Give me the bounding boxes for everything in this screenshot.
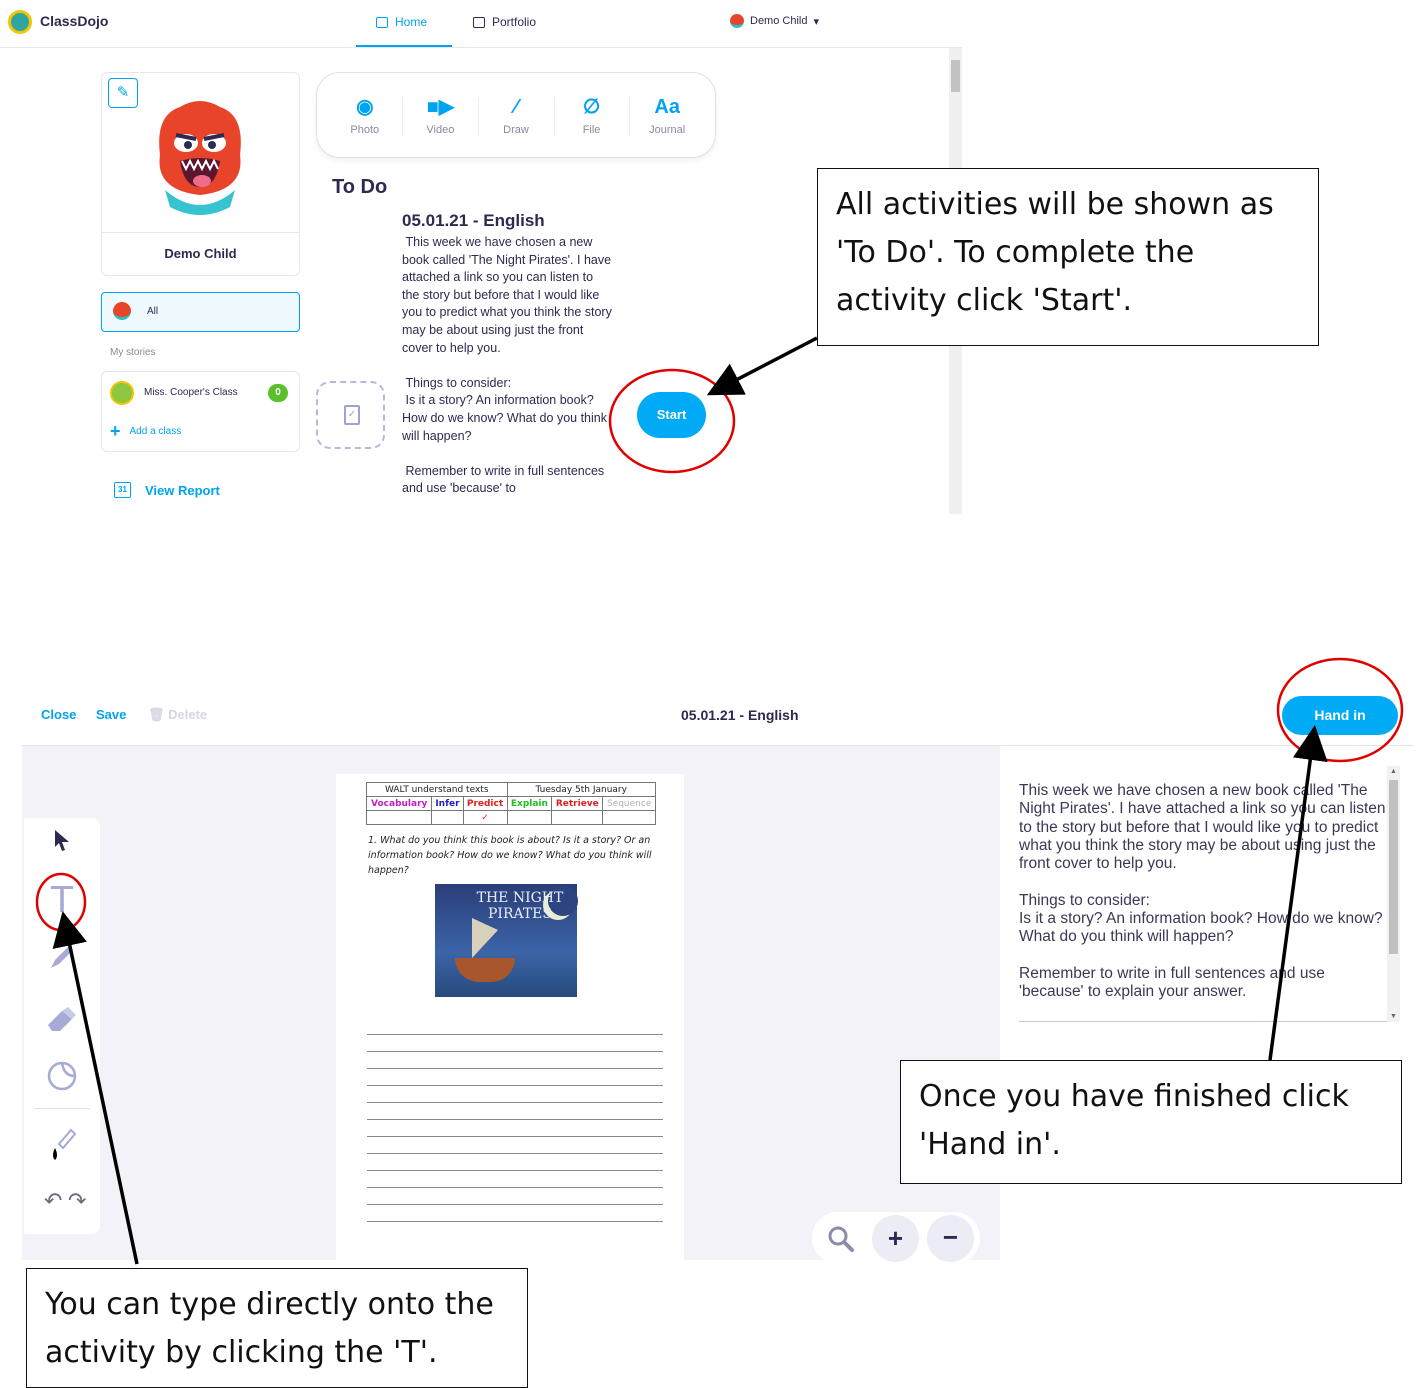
my-stories-heading: My stories [110,347,156,358]
editor-title: 05.01.21 - English [681,707,799,723]
tab-portfolio-label: Portfolio [492,15,537,29]
video-icon: ■▶ [426,96,455,118]
skill-explain: Explain [506,796,553,811]
divider [101,232,300,233]
text-tool-icon[interactable]: T [51,880,73,921]
video-label: Video [426,124,455,136]
file-button[interactable]: ∅ File [553,94,627,136]
trash-icon: 🗑 [148,707,165,722]
tab-home[interactable]: Home [376,15,427,29]
eraser-icon[interactable] [46,1005,78,1039]
chevron-down-icon: ▾ [813,15,819,28]
zoom-magnifier-icon [826,1224,856,1261]
clipboard-check-icon: ✓ [344,405,360,425]
avatar [730,14,744,28]
zoom-out-button[interactable]: − [927,1215,974,1262]
user-menu-label: Demo Child [750,15,808,27]
file-label: File [582,124,601,136]
delete-button[interactable]: 🗑 Delete [148,707,207,723]
tab-portfolio[interactable]: Portfolio [473,15,536,29]
book-cover-title: THE NIGHT PIRATES [476,890,564,922]
photo-button[interactable]: ◉ Photo [330,94,400,136]
select-arrow-icon[interactable] [52,828,72,858]
skill-sequence: Sequence [602,796,656,811]
add-class-label: Add a class [129,425,182,437]
redo-icon[interactable]: ↷ [68,1188,86,1214]
tab-home-label: Home [395,15,428,29]
skill-cell [506,810,553,825]
sidebar-item-class[interactable]: Miss. Cooper's Class [144,387,238,398]
edit-avatar-button[interactable]: ✎ [108,78,138,108]
activity-description: This week we have chosen a new book call… [402,235,612,496]
hand-in-button[interactable]: Hand in [1282,696,1398,735]
task-icon: ✓ [316,381,385,449]
monster-avatar [159,101,241,215]
text-icon: Aa [654,96,680,118]
callout-text-tool: You can type directly onto the activity … [26,1268,528,1388]
worksheet-header-table: WALT understand texts Tuesday 5th Januar… [365,782,656,825]
draw-label: Draw [503,124,529,136]
callout-todo: All activities will be shown as 'To Do'.… [817,168,1319,346]
answer-lines [367,1018,663,1222]
skill-retrieve: Retrieve [551,796,604,811]
profile-name: Demo Child [164,246,237,261]
user-menu[interactable]: Demo Child ▾ [730,14,819,28]
active-tab-indicator [356,45,452,47]
portfolio-icon [473,16,485,28]
scroll-down-icon[interactable]: ▼ [1390,1013,1397,1020]
activity-instructions: This week we have chosen a new book call… [1019,782,1387,1022]
journal-button[interactable]: Aa Journal [629,94,702,136]
avatar [113,302,131,320]
add-class-link[interactable]: + Add a class [110,421,182,441]
zoom-in-button[interactable]: + [872,1215,919,1262]
walt-cell: WALT understand texts [366,782,508,797]
skill-vocabulary: Vocabulary [365,796,433,811]
class-card [101,371,300,452]
classdojo-logo-icon [8,10,32,34]
skill-predict: Predict [462,796,508,811]
pencil-icon: ✎ [116,84,130,101]
view-report-label: View Report [145,482,220,498]
date-cell: Tuesday 5th January [506,782,656,797]
skill-cell [551,810,604,825]
skill-infer: Infer [431,796,464,811]
predict-tick: ✓ [462,810,508,825]
brush-icon: ⁄ [514,96,518,118]
draw-button[interactable]: ⁄ Draw [477,94,551,136]
todo-heading: To Do [332,176,388,198]
color-dropper-icon[interactable] [47,1122,77,1170]
worksheet-question: 1. What do you think this book is about?… [368,835,652,876]
sticker-icon[interactable] [46,1060,78,1098]
view-report-link[interactable]: 31 View Report [114,482,220,498]
video-button[interactable]: ■▶ Video [402,94,475,136]
photo-label: Photo [350,124,380,136]
plus-icon: + [110,421,121,441]
post-options-bar: ◉ Photo ■▶ Video ⁄ Draw ∅ File Aa Journa… [316,72,716,158]
calendar-icon: 31 [114,482,131,498]
scrollbar[interactable]: ▲ ▼ [1387,766,1400,1022]
home-icon [376,16,388,28]
sidebar-item-all-label: All [147,306,159,317]
undo-icon[interactable]: ↶ [44,1188,62,1214]
skill-cell [431,810,464,825]
skill-cell [602,810,656,825]
toolbar-divider [34,1108,90,1109]
camera-icon: ◉ [356,96,374,118]
save-button[interactable]: Save [96,707,126,722]
journal-label: Journal [649,124,686,136]
pen-icon[interactable] [47,942,77,978]
scroll-up-icon[interactable]: ▲ [1390,768,1397,775]
activity-title: 05.01.21 - English [402,211,545,230]
unread-count-badge: 0 [268,384,288,402]
paperclip-icon: ∅ [582,96,601,118]
delete-label: Delete [168,707,208,722]
skill-cell [365,810,433,825]
app-name: ClassDojo [40,13,109,29]
callout-hand-in: Once you have finished click 'Hand in'. [900,1060,1402,1184]
class-avatar-icon [110,381,134,405]
start-button[interactable]: Start [637,392,706,438]
close-button[interactable]: Close [41,707,76,722]
arrow-to-start [706,336,818,396]
